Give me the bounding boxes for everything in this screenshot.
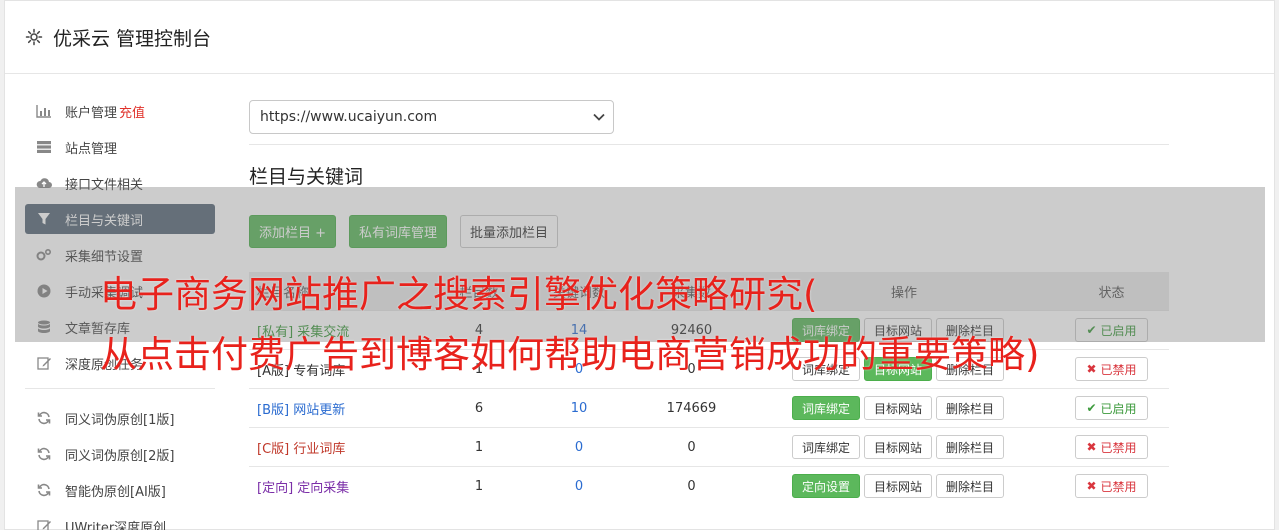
row-n2[interactable]: 0 — [529, 479, 629, 494]
directed-setting-button[interactable]: 定向设置 — [792, 474, 861, 498]
sidebar-item-sites[interactable]: 站点管理 — [25, 132, 215, 162]
chevron-down-icon — [593, 111, 605, 124]
overlay-headline-line1: 电子商务网站推广之搜索引擎优化策略研究( — [100, 273, 818, 316]
sidebar-item-label: UWriter深度原创 — [65, 520, 167, 530]
sidebar-item-synonym-v2[interactable]: 同义词伪原创[2版] — [25, 439, 215, 469]
delete-column-button[interactable]: 删除栏目 — [936, 396, 1005, 420]
recharge-link[interactable]: 充值 — [119, 102, 145, 121]
sidebar-item-label: 站点管理 — [65, 141, 118, 157]
row-n3: 0 — [687, 478, 696, 494]
edit-icon — [36, 518, 52, 530]
row-n2[interactable]: 10 — [529, 401, 629, 416]
bind-lexicon-button[interactable]: 词库绑定 — [792, 396, 861, 420]
app-title: 优采云 管理控制台 — [53, 27, 212, 50]
top-bar: 优采云 管理控制台 — [5, 1, 1274, 74]
row-n1: 1 — [474, 478, 484, 494]
sidebar-item-label: 账户管理 — [65, 105, 118, 121]
row-name[interactable]: [C版] 行业词库 — [249, 438, 429, 457]
row-n3: 174669 — [666, 400, 717, 416]
gear-icon[interactable] — [25, 28, 43, 46]
row-ops: 定向设置 目标网站 删除栏目 — [754, 474, 1054, 498]
overlay-band — [15, 187, 1265, 342]
status-toggle[interactable]: ✖ 已禁用 — [1074, 474, 1149, 498]
section-title: 栏目与关键词 — [249, 166, 364, 188]
check-icon: ✔ — [1086, 401, 1097, 415]
row-ops: 词库绑定 目标网站 删除栏目 — [754, 435, 1054, 459]
sidebar-item-label: 同义词伪原创[1版] — [65, 412, 175, 428]
row-ops: 词库绑定 目标网站 删除栏目 — [754, 396, 1054, 420]
row-n3: 0 — [687, 439, 696, 455]
row-name[interactable]: [定向] 定向采集 — [249, 477, 429, 496]
target-site-button[interactable]: 目标网站 — [864, 474, 933, 498]
site-select-value: https://www.ucaiyun.com — [260, 109, 438, 125]
divider — [249, 144, 1169, 145]
bind-lexicon-button[interactable]: 词库绑定 — [792, 435, 861, 459]
delete-column-button[interactable]: 删除栏目 — [936, 435, 1005, 459]
edit-icon — [36, 355, 52, 371]
table-row: [定向] 定向采集 1 0 0 定向设置 目标网站 删除栏目 ✖ 已禁用 — [249, 466, 1169, 505]
target-site-button[interactable]: 目标网站 — [864, 396, 933, 420]
row-status: ✖ 已禁用 — [1054, 357, 1169, 381]
refresh-icon — [36, 410, 52, 426]
overlay-headline-line2: 从点击付费广告到博客如何帮助电商营销成功的重要策略) — [100, 333, 1040, 376]
close-icon: ✖ — [1086, 479, 1097, 493]
refresh-icon — [36, 446, 52, 462]
site-select[interactable]: https://www.ucaiyun.com — [249, 100, 614, 134]
row-status: ✖ 已禁用 — [1054, 474, 1169, 498]
sidebar-item-ai-rewrite[interactable]: 智能伪原创[AI版] — [25, 475, 215, 505]
target-site-button[interactable]: 目标网站 — [864, 435, 933, 459]
close-icon: ✖ — [1086, 440, 1097, 454]
refresh-icon — [36, 482, 52, 498]
row-status: ✖ 已禁用 — [1054, 435, 1169, 459]
status-toggle[interactable]: ✖ 已禁用 — [1074, 357, 1149, 381]
table-row: [B版] 网站更新 6 10 174669 词库绑定 目标网站 删除栏目 ✔ 已… — [249, 388, 1169, 427]
server-icon — [36, 139, 52, 155]
row-n1: 6 — [474, 400, 484, 416]
close-icon: ✖ — [1086, 362, 1097, 376]
status-toggle[interactable]: ✖ 已禁用 — [1074, 435, 1149, 459]
row-n2[interactable]: 0 — [529, 440, 629, 455]
table-row: [C版] 行业词库 1 0 0 词库绑定 目标网站 删除栏目 ✖ 已禁用 — [249, 427, 1169, 466]
sidebar-item-synonym-v1[interactable]: 同义词伪原创[1版] — [25, 403, 215, 433]
status-toggle[interactable]: ✔ 已启用 — [1074, 396, 1149, 420]
row-name[interactable]: [B版] 网站更新 — [249, 399, 429, 418]
sidebar-divider — [25, 388, 215, 389]
row-status: ✔ 已启用 — [1054, 396, 1169, 420]
sidebar-item-uwriter[interactable]: UWriter深度原创 — [25, 511, 215, 530]
bar-chart-icon — [36, 103, 52, 119]
delete-column-button[interactable]: 删除栏目 — [936, 474, 1005, 498]
sidebar-item-account[interactable]: 账户管理 充值 — [25, 96, 215, 126]
row-n1: 1 — [474, 439, 484, 455]
sidebar-item-label: 智能伪原创[AI版] — [65, 484, 166, 500]
sidebar-item-label: 同义词伪原创[2版] — [65, 448, 175, 464]
